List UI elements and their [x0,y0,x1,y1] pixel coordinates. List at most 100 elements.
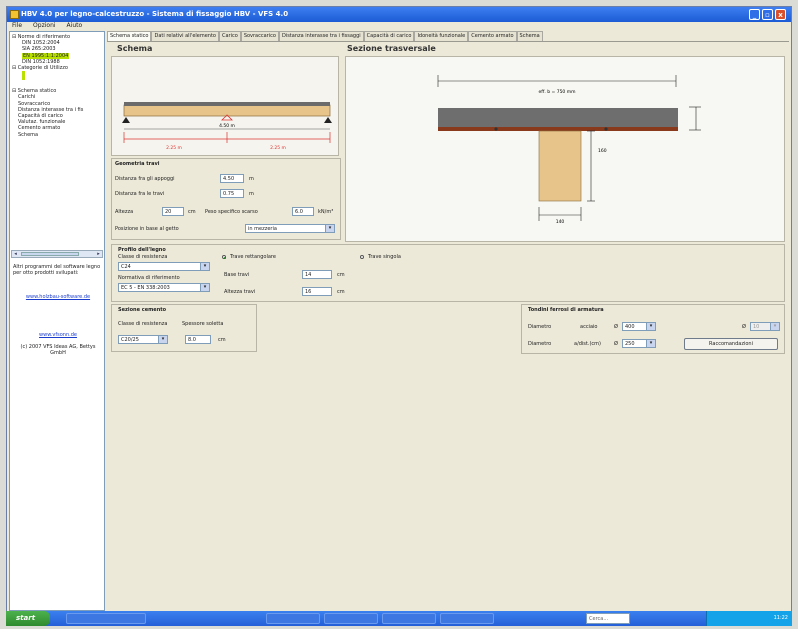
scroll-left-icon[interactable]: ◂ [12,251,19,257]
chevron-down-icon: ▾ [646,340,655,347]
beam-drawing: 4.50 m 2.25 m 2.25 m [122,102,332,151]
radio-trave-rettangolare-label: Trave rettangolare [230,254,276,260]
peso-input[interactable]: 6.0 [292,207,314,216]
altezza-travi-input[interactable]: 16 [302,287,332,296]
close-button[interactable]: x [775,9,786,20]
main-content: Schema 4.50 m 2.25 m 2.25 m Sezione tras… [107,42,789,610]
scroll-thumb[interactable] [21,252,79,256]
tab-carico[interactable]: Carico [219,31,241,41]
schema-heading: Schema [117,44,153,53]
altezza-input[interactable]: 20 [162,207,184,216]
profilo-classe-label: Classe di resistenza [118,254,168,260]
start-button[interactable]: start [6,611,50,626]
tree-item-schema[interactable]: Schema [12,132,104,138]
chevron-down-icon: ▾ [158,336,167,343]
scroll-right-icon[interactable]: ▸ [95,251,102,257]
taskbar-task-3[interactable] [382,613,436,624]
system-tray: 11:22 [706,611,792,626]
tab-dati-elemento[interactable]: Dati relativi all'elemento [151,31,219,41]
tab-schema[interactable]: Schema [516,31,543,41]
distanza-appoggi-input[interactable]: 4.50 [220,174,244,183]
tondini-row1-label: Diametro [528,324,552,330]
app-window: HBV 4.0 per legno-calcestruzzo - Sistema… [6,6,792,625]
radio-trave-singola-label: Trave singola [368,254,401,260]
taskbar: start Cerca... 11:22 [6,611,792,626]
base-travi-unit: cm [337,272,345,278]
geometria-title: Geometria travi [115,161,160,167]
sezione-cemento-title: Sezione cemento [118,307,167,313]
posizione-select[interactable]: in mezzeria ▾ [245,224,335,233]
tondini-right-symbol: Ø [742,324,746,330]
clock: 11:22 [773,615,788,621]
link-vfsonn[interactable]: www.vfsonn.de [13,332,103,338]
radio-trave-rettangolare[interactable] [222,255,226,259]
base-travi-label: Base travi [224,272,250,278]
sidebar-info-text: Altri programmi del software legno per o… [13,264,101,276]
beam-height-label: 160 [598,148,607,154]
profilo-title: Profilo dell'legno [118,247,166,253]
window-title: HBV 4.0 per legno-calcestruzzo - Sistema… [21,10,289,18]
section-diagram: eff. b = 750 mm 160 140 [345,56,785,242]
distanza-travi-label: Distanza fra le travi [115,191,165,197]
span-left-label: 2.25 m [166,145,182,151]
tondini-row2-mid: a/dist.(cm) [574,341,601,347]
taskbar-search-input[interactable]: Cerca... [586,613,630,624]
taskbar-quicklaunch[interactable] [66,613,146,624]
link-holzbau[interactable]: www.holzbau-software.de [13,294,103,300]
sidebar-scrollbar[interactable]: ◂ ▸ [11,250,103,258]
spessore-input[interactable]: 8.0 [185,335,211,344]
cross-section-drawing: eff. b = 750 mm 160 140 [437,75,701,225]
peso-unit: kN/m³ [318,209,334,215]
altezza-travi-unit: cm [337,289,345,295]
beam-width-label: 140 [556,219,565,225]
menu-file[interactable]: File [12,22,22,29]
radio-trave-singola[interactable] [360,255,364,259]
normativa-label: Normativa di riferimento [118,275,180,281]
spessore-label: Spessore soletta [182,321,224,327]
taskbar-task-1[interactable] [266,613,320,624]
span-total-label: 4.50 m [219,123,235,129]
minimize-button[interactable]: _ [749,9,760,20]
sezione-heading: Sezione trasversale [347,44,436,53]
sidebar: ⊟ Norme di riferimento DIN 1052:2004 SIA… [9,31,105,611]
cemento-classe-select[interactable]: C20/25 ▾ [118,335,168,344]
span-right-label: 2.25 m [270,145,286,151]
tree-item-category-marker [12,71,104,83]
maximize-button[interactable]: ▫ [762,9,773,20]
menu-options[interactable]: Opzioni [33,22,56,29]
spessore-unit: cm [218,337,226,343]
copyright-text: (c) 2007 VFS Ideas AG, Bettys GmbH [20,344,96,356]
distanza-appoggi-label: Distanza fra gli appoggi [115,176,175,182]
posizione-label: Posizione in base al getto [115,226,179,232]
tab-sovraccarico[interactable]: Sovraccarico [240,31,279,41]
effective-width-label: eff. b = 750 mm [538,89,575,95]
cemento-classe-label: Classe di resistenza [118,321,168,327]
menu-bar: File Opzioni Aiuto [7,22,791,30]
tab-cemento-armato[interactable]: Cemento armato [468,31,517,41]
tondini-row2-select[interactable]: 250 ▾ [622,339,656,348]
schema-diagram: 4.50 m 2.25 m 2.25 m [111,56,339,156]
tab-idoneita-funzionale[interactable]: Idoneità funzionale [414,31,469,41]
tab-capacita-carico[interactable]: Capacità di carico [363,31,415,41]
raccomandazioni-button[interactable]: Raccomandazioni [684,338,778,350]
navigation-tree: ⊟ Norme di riferimento DIN 1052:2004 SIA… [12,34,104,138]
altezza-label: Altezza [115,209,134,215]
tondini-row1-symbol: Ø [614,324,618,330]
tondini-row1-select[interactable]: 400 ▾ [622,322,656,331]
taskbar-task-2[interactable] [324,613,378,624]
tab-distanza-interasse[interactable]: Distanza interasse tra i fissaggi [278,31,364,41]
tondini-right-select[interactable]: 10 ▾ [750,322,780,331]
profilo-classe-select[interactable]: C24 ▾ [118,262,210,271]
title-bar: HBV 4.0 per legno-calcestruzzo - Sistema… [7,7,791,22]
distanza-appoggi-unit: m [249,176,254,182]
geometria-group: Geometria travi Distanza fra gli appoggi… [111,158,341,240]
taskbar-task-4[interactable] [440,613,494,624]
menu-help[interactable]: Aiuto [67,22,83,29]
peso-label: Peso specifico scarso [205,209,258,215]
tondini-row2-symbol: Ø [614,341,618,347]
distanza-travi-input[interactable]: 0.75 [220,189,244,198]
altezza-travi-label: Altezza travi [224,289,256,295]
normativa-select[interactable]: EC 5 - EN 338:2003 ▾ [118,283,210,292]
tab-schema-statico[interactable]: Schema statico [107,31,152,41]
base-travi-input[interactable]: 14 [302,270,332,279]
